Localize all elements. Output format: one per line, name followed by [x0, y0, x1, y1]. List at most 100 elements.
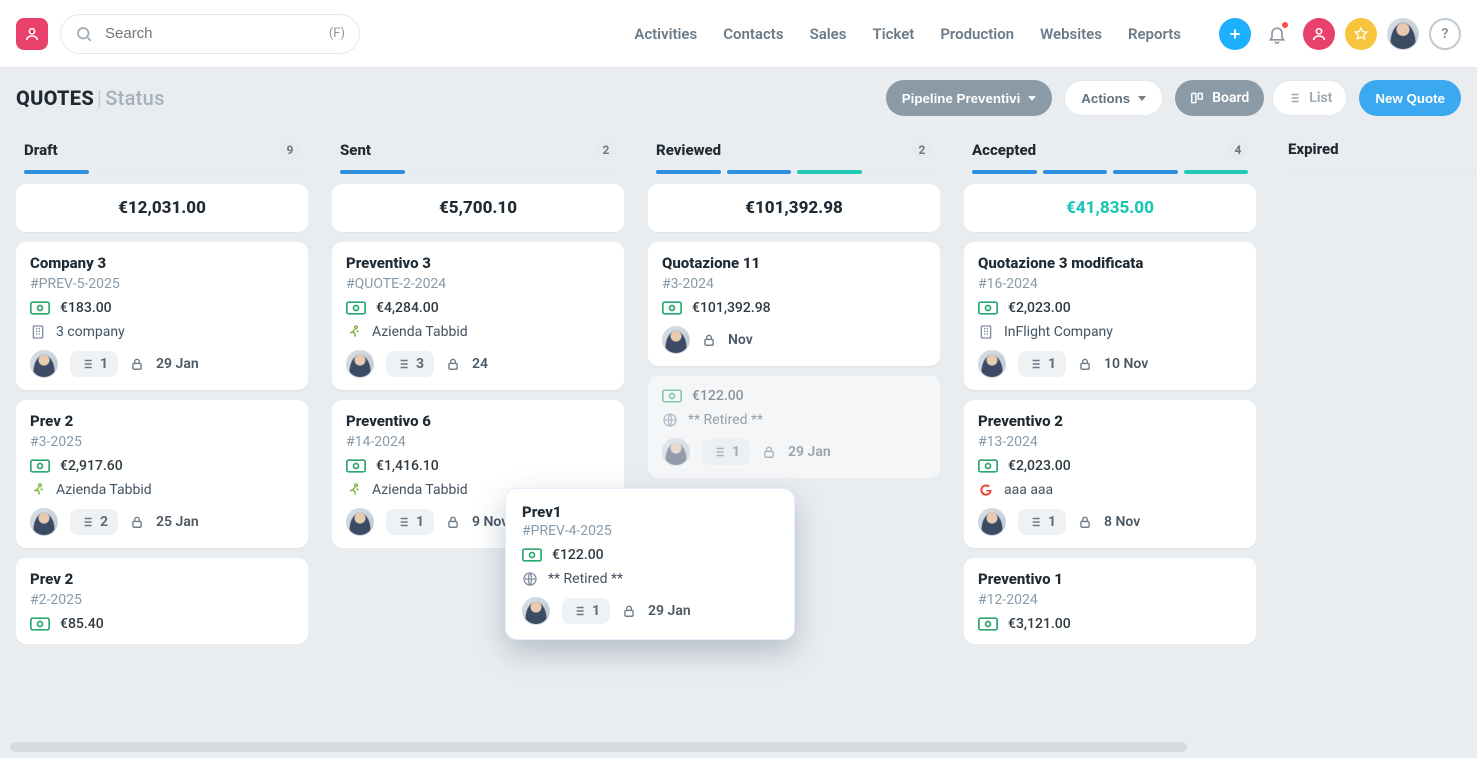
card-title: Company 3: [30, 254, 294, 272]
money-icon: [30, 617, 50, 631]
assignee-avatar[interactable]: [30, 350, 58, 378]
runner-icon: [346, 482, 362, 498]
card-amount: €183.00: [60, 300, 112, 316]
card-reference: #PREV-5-2025: [30, 276, 294, 292]
nav-icons: ?: [1219, 18, 1461, 50]
assignee-avatar[interactable]: [346, 508, 374, 536]
card-amount: €2,023.00: [1008, 458, 1071, 474]
nav-contacts[interactable]: Contacts: [723, 25, 783, 43]
user-avatar[interactable]: [1387, 18, 1419, 50]
card-reference: #PREV-4-2025: [522, 523, 778, 539]
quote-card[interactable]: Preventivo 1#12-2024€3,121.00: [964, 558, 1256, 644]
assignee-avatar[interactable]: [662, 326, 690, 354]
assignee-avatar[interactable]: [662, 438, 690, 466]
count-chip[interactable]: 3: [386, 351, 434, 377]
quote-card[interactable]: Preventivo 2#13-2024€2,023.00aaa aaa18 N…: [964, 400, 1256, 548]
actions-menu[interactable]: Actions: [1064, 80, 1163, 116]
column-title: Expired: [1288, 140, 1339, 158]
list-icon: [396, 515, 410, 529]
count-chip[interactable]: 1: [1018, 509, 1066, 535]
notifications-button[interactable]: [1261, 18, 1293, 50]
list-icon: [80, 357, 94, 371]
card-amount: €101,392.98: [692, 300, 771, 316]
nav-reports[interactable]: Reports: [1128, 25, 1181, 43]
nav-websites[interactable]: Websites: [1040, 25, 1102, 43]
assignee-avatar[interactable]: [978, 350, 1006, 378]
card-title: Preventivo 3: [346, 254, 610, 272]
board-column: Reviewed2 €101,392.98Quotazione 11#3-2024…: [640, 128, 948, 748]
lock-icon: [1078, 357, 1092, 371]
globe-icon: [522, 571, 538, 587]
column-progress: [16, 170, 308, 174]
count-chip[interactable]: 1: [70, 351, 118, 377]
app-logo[interactable]: [16, 18, 48, 50]
card-date: 25 Jan: [156, 514, 199, 530]
column-total: €41,835.00: [964, 184, 1256, 232]
nav-production[interactable]: Production: [940, 25, 1014, 43]
card-reference: #12-2024: [978, 592, 1242, 608]
nav-activities[interactable]: Activities: [634, 25, 697, 43]
money-icon: [30, 301, 50, 315]
view-list-button[interactable]: List: [1272, 80, 1347, 116]
column-header: Reviewed2: [648, 136, 940, 160]
card-amount: €1,416.10: [376, 458, 439, 474]
assignee-avatar[interactable]: [978, 508, 1006, 536]
money-icon: [30, 459, 50, 473]
quote-card[interactable]: Quotazione 11#3-2024€101,392.98Nov: [648, 242, 940, 366]
quote-card[interactable]: Quotazione 3 modificata#16-2024€2,023.00…: [964, 242, 1256, 390]
quote-card[interactable]: Prev 2#3-2025€2,917.60Azienda Tabbid225 …: [16, 400, 308, 548]
money-icon: [978, 459, 998, 473]
count-chip[interactable]: 2: [70, 509, 118, 535]
card-company: InFlight Company: [1004, 324, 1113, 340]
nav-sales[interactable]: Sales: [810, 25, 847, 43]
column-progress: [1280, 168, 1477, 172]
list-icon: [1287, 91, 1301, 105]
dragging-card[interactable]: Prev1 #PREV-4-2025 €122.00 ** Retired **…: [505, 488, 795, 640]
search-input[interactable]: [103, 24, 319, 43]
board-column: Draft9€12,031.00Company 3#PREV-5-2025€18…: [8, 128, 316, 748]
count-chip[interactable]: 1: [562, 598, 610, 624]
google-icon: [978, 482, 994, 498]
card-date: 8 Nov: [1104, 514, 1140, 530]
card-date: 29 Jan: [648, 603, 691, 619]
assignee-avatar[interactable]: [522, 597, 550, 625]
add-button[interactable]: [1219, 18, 1251, 50]
search-container[interactable]: (F): [60, 14, 360, 54]
card-company: Azienda Tabbid: [56, 482, 152, 498]
board-column: Expired: [1272, 128, 1477, 748]
count-chip[interactable]: 1: [702, 439, 750, 465]
lock-icon: [130, 357, 144, 371]
card-amount: €2,023.00: [1008, 300, 1071, 316]
column-count-badge: 2: [912, 140, 932, 160]
pipeline-selector[interactable]: Pipeline Preventivi: [886, 80, 1053, 116]
quote-card[interactable]: Prev 2#2-2025€85.40: [16, 558, 308, 644]
favorites-button[interactable]: [1345, 18, 1377, 50]
column-cards: Company 3#PREV-5-2025€183.003 company129…: [16, 242, 308, 644]
assignee-avatar[interactable]: [30, 508, 58, 536]
card-company: 3 company: [56, 324, 125, 340]
help-button[interactable]: ?: [1429, 18, 1461, 50]
board-icon: [1190, 91, 1204, 105]
card-reference: #14-2024: [346, 434, 610, 450]
main-nav: Activities Contacts Sales Ticket Product…: [634, 18, 1461, 50]
board-column: Accepted4€41,835.00Quotazione 3 modifica…: [956, 128, 1264, 748]
new-quote-button[interactable]: New Quote: [1359, 80, 1461, 116]
count-chip[interactable]: 1: [386, 509, 434, 535]
card-title: Quotazione 3 modificata: [978, 254, 1242, 272]
quote-card[interactable]: Company 3#PREV-5-2025€183.003 company129…: [16, 242, 308, 390]
quote-card[interactable]: Preventivo 3#QUOTE-2-2024€4,284.00Aziend…: [332, 242, 624, 390]
star-icon: [1353, 26, 1369, 42]
card-company: aaa aaa: [1004, 482, 1053, 498]
card-title: Preventivo 2: [978, 412, 1242, 430]
person-icon: [24, 26, 40, 42]
assignee-avatar[interactable]: [346, 350, 374, 378]
topbar: (F) Activities Contacts Sales Ticket Pro…: [0, 0, 1477, 68]
count-chip[interactable]: 1: [1018, 351, 1066, 377]
nav-ticket[interactable]: Ticket: [872, 25, 914, 43]
view-board-button[interactable]: Board: [1175, 80, 1264, 116]
profile-button[interactable]: [1303, 18, 1335, 50]
board-column: Sent2€5,700.10Preventivo 3#QUOTE-2-2024€…: [324, 128, 632, 748]
horizontal-scrollbar[interactable]: [10, 742, 1187, 752]
quote-card[interactable]: €122.00** Retired **129 Jan: [648, 376, 940, 478]
lock-icon: [446, 357, 460, 371]
